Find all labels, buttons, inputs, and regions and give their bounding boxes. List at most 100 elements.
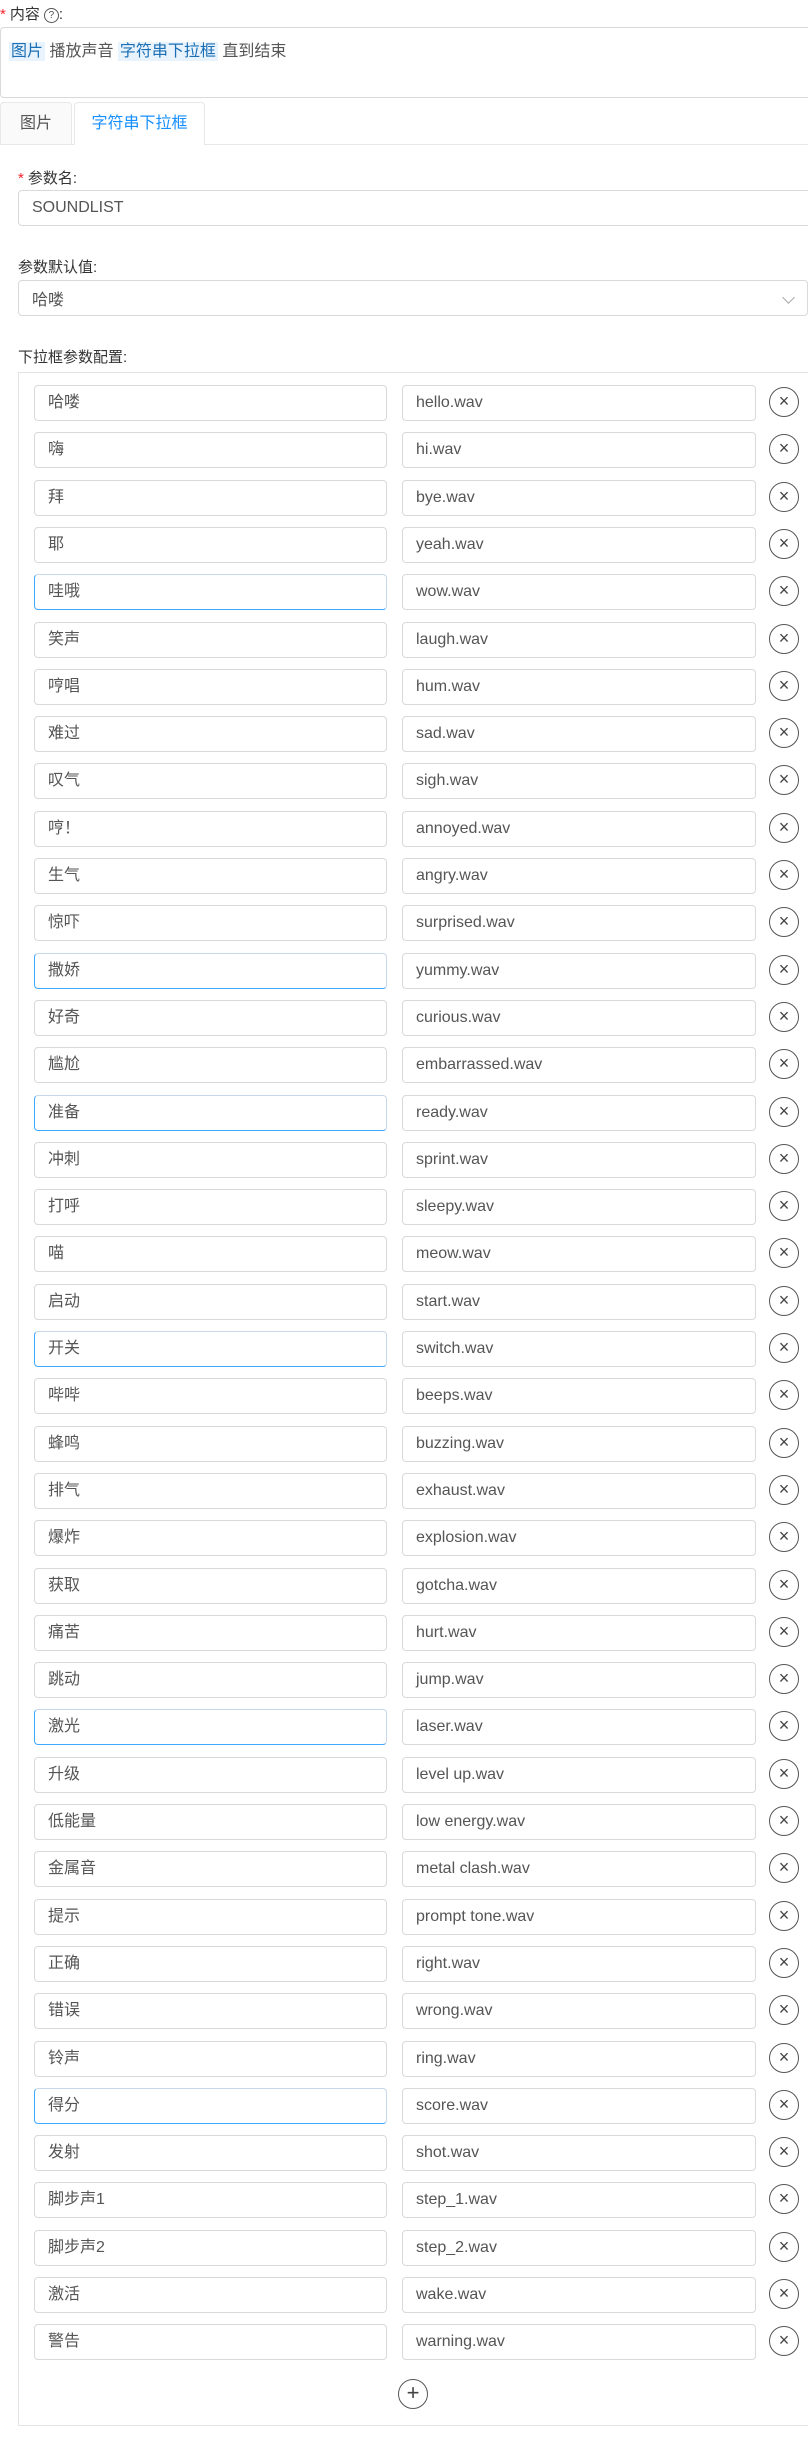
- option-label-input[interactable]: 激光: [34, 1709, 387, 1746]
- option-label-input[interactable]: 排气: [34, 1472, 387, 1509]
- option-value-input[interactable]: laser.wav: [402, 1709, 756, 1746]
- close-circle-icon[interactable]: ×: [769, 2089, 799, 2120]
- option-value-input[interactable]: level up.wav: [402, 1756, 756, 1793]
- close-circle-icon[interactable]: ×: [769, 2137, 799, 2168]
- close-circle-icon[interactable]: ×: [769, 1333, 799, 1363]
- close-circle-icon[interactable]: ×: [769, 2231, 799, 2262]
- close-circle-icon[interactable]: ×: [769, 954, 799, 985]
- tab-string-dropdown[interactable]: 字符串下拉框: [74, 102, 205, 145]
- option-value-input[interactable]: switch.wav: [402, 1331, 756, 1367]
- param-default-select[interactable]: 哈喽: [18, 280, 808, 316]
- close-circle-icon[interactable]: ×: [769, 623, 799, 654]
- close-circle-icon[interactable]: ×: [769, 1238, 799, 1269]
- option-label-input[interactable]: 提示: [34, 1898, 387, 1935]
- option-label-input[interactable]: 低能量: [34, 1804, 387, 1840]
- close-circle-icon[interactable]: ×: [769, 907, 799, 938]
- option-value-input[interactable]: warning.wav: [402, 2324, 756, 2361]
- option-value-input[interactable]: sleepy.wav: [402, 1189, 756, 1226]
- option-label-input[interactable]: 嗨: [34, 432, 387, 469]
- option-label-input[interactable]: 哼唱: [34, 668, 387, 705]
- option-label-input[interactable]: 哼！: [34, 810, 387, 847]
- close-circle-icon[interactable]: ×: [769, 1522, 799, 1553]
- content-editor[interactable]: 图片 播放声音 字符串下拉框 直到结束: [0, 27, 808, 98]
- close-circle-icon[interactable]: ×: [769, 2279, 799, 2309]
- option-value-input[interactable]: step_2.wav: [402, 2229, 756, 2266]
- close-circle-icon[interactable]: ×: [769, 387, 799, 417]
- param-name-input[interactable]: SOUNDLIST: [18, 190, 808, 226]
- option-label-input[interactable]: 冲刺: [34, 1141, 387, 1178]
- close-circle-icon[interactable]: ×: [769, 1900, 799, 1931]
- option-value-input[interactable]: embarrassed.wav: [402, 1047, 756, 1084]
- option-label-input[interactable]: 生气: [34, 858, 387, 894]
- close-circle-icon[interactable]: ×: [769, 1001, 799, 1032]
- close-circle-icon[interactable]: ×: [769, 2326, 799, 2357]
- close-circle-icon[interactable]: ×: [769, 1474, 799, 1505]
- close-circle-icon[interactable]: ×: [769, 1664, 799, 1695]
- option-value-input[interactable]: hum.wav: [402, 668, 756, 705]
- close-circle-icon[interactable]: ×: [769, 1947, 799, 1978]
- option-label-input[interactable]: 惊吓: [34, 905, 387, 942]
- option-value-input[interactable]: wake.wav: [402, 2277, 756, 2313]
- option-value-input[interactable]: step_1.wav: [402, 2182, 756, 2219]
- option-value-input[interactable]: sad.wav: [402, 716, 756, 753]
- option-value-input[interactable]: meow.wav: [402, 1236, 756, 1273]
- option-value-input[interactable]: prompt tone.wav: [402, 1898, 756, 1935]
- option-value-input[interactable]: explosion.wav: [402, 1520, 756, 1557]
- close-circle-icon[interactable]: ×: [769, 1049, 799, 1080]
- close-circle-icon[interactable]: ×: [769, 2042, 799, 2073]
- option-value-input[interactable]: ready.wav: [402, 1094, 756, 1131]
- close-circle-icon[interactable]: ×: [769, 1995, 799, 2026]
- option-value-input[interactable]: right.wav: [402, 1945, 756, 1982]
- option-label-input[interactable]: 拜: [34, 479, 387, 516]
- option-label-input[interactable]: 金属音: [34, 1851, 387, 1888]
- option-label-input[interactable]: 错误: [34, 1993, 387, 2030]
- option-label-input[interactable]: 打呼: [34, 1189, 387, 1226]
- option-label-input[interactable]: 哔哔: [34, 1378, 387, 1415]
- close-circle-icon[interactable]: ×: [769, 1143, 799, 1174]
- option-label-input[interactable]: 喵: [34, 1236, 387, 1273]
- option-value-input[interactable]: laugh.wav: [402, 621, 756, 658]
- option-value-input[interactable]: wow.wav: [402, 574, 756, 611]
- option-value-input[interactable]: annoyed.wav: [402, 810, 756, 847]
- option-value-input[interactable]: beeps.wav: [402, 1378, 756, 1415]
- option-label-input[interactable]: 获取: [34, 1567, 387, 1604]
- option-label-input[interactable]: 升级: [34, 1756, 387, 1793]
- option-value-input[interactable]: low energy.wav: [402, 1804, 756, 1840]
- option-label-input[interactable]: 撒娇: [34, 952, 387, 989]
- option-value-input[interactable]: surprised.wav: [402, 905, 756, 942]
- option-label-input[interactable]: 发射: [34, 2135, 387, 2172]
- close-circle-icon[interactable]: ×: [769, 1191, 799, 1222]
- option-value-input[interactable]: start.wav: [402, 1283, 756, 1320]
- close-circle-icon[interactable]: ×: [769, 1758, 799, 1789]
- option-value-input[interactable]: yummy.wav: [402, 952, 756, 989]
- close-circle-icon[interactable]: ×: [769, 860, 799, 890]
- option-label-input[interactable]: 叹气: [34, 763, 387, 800]
- option-label-input[interactable]: 开关: [34, 1331, 387, 1367]
- option-label-input[interactable]: 哈喽: [34, 385, 387, 421]
- close-circle-icon[interactable]: ×: [769, 481, 799, 512]
- close-circle-icon[interactable]: ×: [769, 1711, 799, 1742]
- option-label-input[interactable]: 铃声: [34, 2040, 387, 2077]
- close-circle-icon[interactable]: ×: [769, 1096, 799, 1127]
- option-label-input[interactable]: 蜂鸣: [34, 1425, 387, 1462]
- option-value-input[interactable]: curious.wav: [402, 999, 756, 1036]
- close-circle-icon[interactable]: ×: [769, 1380, 799, 1411]
- option-value-input[interactable]: wrong.wav: [402, 1993, 756, 2030]
- content-tag[interactable]: 图片: [9, 42, 46, 61]
- option-value-input[interactable]: metal clash.wav: [402, 1851, 756, 1888]
- option-value-input[interactable]: angry.wav: [402, 858, 756, 894]
- question-circle-icon[interactable]: ?: [43, 8, 59, 23]
- option-value-input[interactable]: gotcha.wav: [402, 1567, 756, 1604]
- close-circle-icon[interactable]: ×: [769, 670, 799, 701]
- option-label-input[interactable]: 激活: [34, 2277, 387, 2313]
- option-value-input[interactable]: ring.wav: [402, 2040, 756, 2077]
- option-value-input[interactable]: jump.wav: [402, 1662, 756, 1699]
- option-label-input[interactable]: 痛苦: [34, 1614, 387, 1651]
- option-label-input[interactable]: 脚步声1: [34, 2182, 387, 2219]
- option-value-input[interactable]: hello.wav: [402, 385, 756, 421]
- option-value-input[interactable]: sprint.wav: [402, 1141, 756, 1178]
- option-label-input[interactable]: 跳动: [34, 1662, 387, 1699]
- option-value-input[interactable]: hi.wav: [402, 432, 756, 469]
- option-label-input[interactable]: 笑声: [34, 621, 387, 658]
- option-label-input[interactable]: 爆炸: [34, 1520, 387, 1557]
